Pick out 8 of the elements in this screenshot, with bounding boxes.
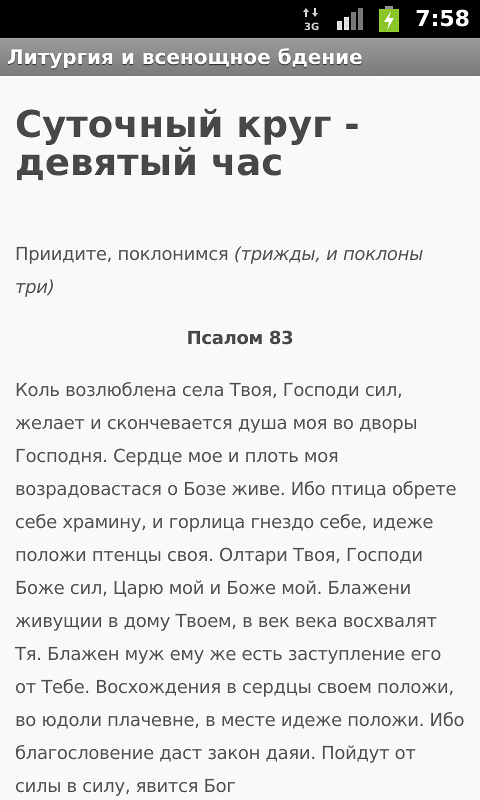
page-heading: Суточный круг - девятый час <box>15 106 361 182</box>
clock-time: 7:58 <box>415 6 470 34</box>
psalm-text: Коль возлюблена села Твоя, Господи сил, желает и скончевается душа моя во дворы Господня. Сердце мое и плоть моя возрадовастася о Бозе живе. Ибо птица обрете себе храмину, и горлица гнездо себе, идеже положи птенцы своя. Олтари Твоя, Господи Боже сил, Царю мой и Боже мой. Блажени живущии в дому Твоем, в век века восхвалят Тя. Блажен муж ему же есть заступление его от Тебе. Восхождения в сердцы своем положи, во юдоли плачевне, в месте идеже положи. Ибо благословение даст закон даяи. Пойдут от силы в силу, явится Бог <box>15 379 465 799</box>
battery-charging-icon <box>379 6 400 32</box>
section-title: Псалом 83 <box>186 327 294 351</box>
signal-icon <box>337 8 364 30</box>
intro-text: Приидите, поклонимся (трижды, и поклоны три) <box>15 243 424 300</box>
app-title: Литургия и всенощное бдение <box>7 44 363 71</box>
